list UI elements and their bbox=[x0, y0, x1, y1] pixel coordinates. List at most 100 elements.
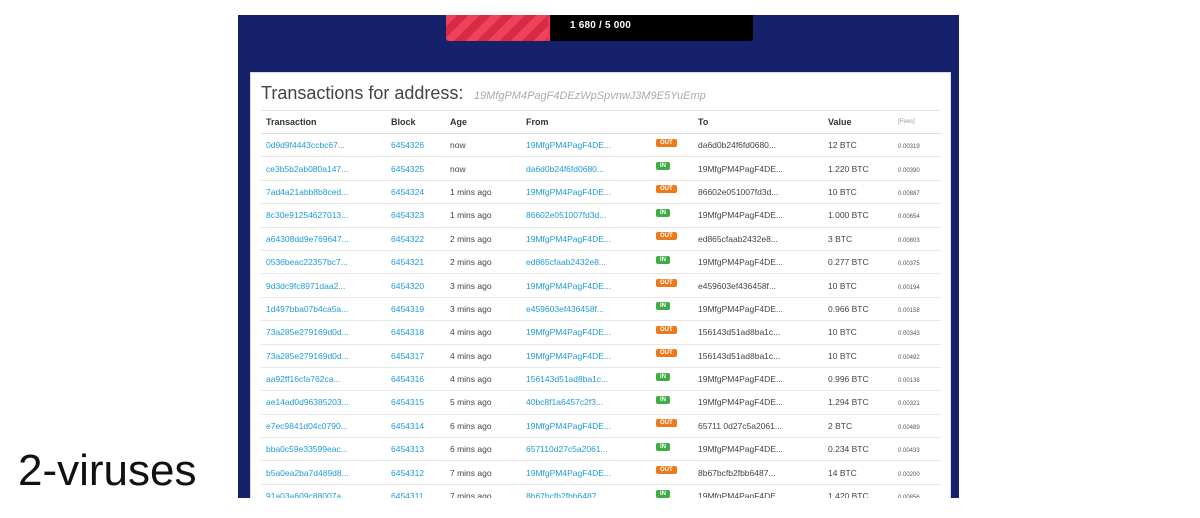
transaction-hash-td: 0d9d9f4443ccbc67... bbox=[261, 133, 386, 158]
transaction-hash-link[interactable]: 8c30e91254627013... bbox=[266, 210, 348, 220]
transaction-hash-link[interactable]: ae14ad0d96385203... bbox=[266, 397, 349, 407]
to-address-cell-td: da6d0b24f6fd0680... bbox=[693, 133, 823, 158]
transaction-hash-link[interactable]: 91a03a609c88007a... bbox=[266, 491, 348, 498]
from-address-link[interactable]: 19MfgPM4PagF4DE... bbox=[526, 468, 611, 478]
block-number-link[interactable]: 6454320 bbox=[391, 281, 424, 291]
block-number-link[interactable]: 6454318 bbox=[391, 327, 424, 337]
from-address-link[interactable]: da6d0b24f6fd0680... bbox=[526, 164, 604, 174]
block-number-td: 6454323 bbox=[386, 203, 445, 228]
from-address-link[interactable]: 40bc8f1a6457c2f3... bbox=[526, 397, 603, 407]
from-address-link[interactable]: 657110d27c5a2061... bbox=[526, 444, 608, 454]
direction-badge: OUT bbox=[656, 138, 677, 147]
transaction-hash-link[interactable]: 73a285e279169d0d... bbox=[266, 327, 349, 337]
block-number-link[interactable]: 6454316 bbox=[391, 374, 424, 384]
from-address-link[interactable]: 19MfgPM4PagF4DE... bbox=[526, 140, 611, 150]
block-number-td: 6454322 bbox=[386, 227, 445, 251]
app-window: 1 680 / 5 000 Transactions for address: … bbox=[238, 15, 959, 498]
block-number-link[interactable]: 6454312 bbox=[391, 468, 424, 478]
from-address-td: 657110d27c5a2061... bbox=[521, 437, 651, 462]
to-address-cell-td: 65711 0d27c5a2061... bbox=[693, 414, 823, 439]
from-address-link[interactable]: 19MfgPM4PagF4DE... bbox=[526, 281, 611, 291]
block-number-td: 6454315 bbox=[386, 390, 445, 415]
table-row: 7ad4a21abb8b8ced... 6454324 1 mins ago 19Mf… bbox=[261, 180, 941, 205]
from-address-link[interactable]: 86602e051007fd3d... bbox=[526, 210, 606, 220]
block-number-link[interactable]: 6454311 bbox=[391, 491, 423, 498]
from-address-link[interactable]: 8b67bcfb2fbb6487... bbox=[526, 491, 604, 498]
direction-badge: OUT bbox=[656, 349, 677, 358]
value-cell: 10 BTC bbox=[828, 280, 857, 291]
fee-cell: 0.00158 bbox=[898, 307, 920, 314]
transaction-hash-link[interactable]: e7ec9841d04c0790... bbox=[266, 421, 348, 431]
from-address-link[interactable]: 19MfgPM4PagF4DE... bbox=[526, 234, 611, 244]
direction-td: IN bbox=[651, 156, 693, 181]
block-number-link[interactable]: 6454315 bbox=[391, 397, 424, 407]
block-number-link[interactable]: 6454324 bbox=[391, 187, 424, 197]
from-address-link[interactable]: 19MfgPM4PagF4DE... bbox=[526, 351, 611, 361]
column-header-to[interactable]: To bbox=[693, 111, 823, 134]
from-address-link[interactable]: 156143d51ad8ba1c... bbox=[526, 374, 608, 384]
direction-badge: IN bbox=[656, 208, 670, 217]
to-address-cell-td: 19MfgPM4PagF4DE... bbox=[693, 203, 823, 228]
value-cell: 1.220 BTC bbox=[828, 163, 869, 174]
transaction-hash-td: b5a0ea2ba7d489d8... bbox=[261, 460, 386, 485]
transaction-hash-link[interactable]: ce3b5b2ab080a147... bbox=[266, 164, 348, 174]
fee-cell-td: 0.00138 bbox=[893, 367, 941, 392]
transaction-hash-link[interactable]: 0536beac22357bc7... bbox=[266, 257, 348, 267]
to-address-cell: 156143d51ad8ba1c... bbox=[698, 350, 781, 361]
direction-badge: IN bbox=[656, 372, 670, 381]
age-cell: 5 mins ago bbox=[450, 397, 492, 408]
column-header-from[interactable]: From bbox=[521, 111, 651, 134]
column-header-age[interactable]: Age bbox=[445, 111, 521, 134]
fee-cell-td: 0.00158 bbox=[893, 297, 941, 322]
age-cell: 7 mins ago bbox=[450, 467, 492, 478]
to-address-cell-td: 19MfgPM4PagF4DE... bbox=[693, 297, 823, 322]
block-number-link[interactable]: 6454323 bbox=[391, 210, 424, 220]
value-cell: 1.000 BTC bbox=[828, 210, 869, 221]
value-cell: 3 BTC bbox=[828, 233, 853, 244]
transaction-hash-link[interactable]: 9d3dc9fc8971daa2... bbox=[266, 281, 345, 291]
from-address-link[interactable]: e459603ef436458f... bbox=[526, 304, 604, 314]
direction-badge: OUT bbox=[656, 419, 677, 428]
block-number-link[interactable]: 6454325 bbox=[391, 164, 424, 174]
block-number-td: 6454324 bbox=[386, 180, 445, 205]
block-number-link[interactable]: 6454319 bbox=[391, 304, 424, 314]
block-number-link[interactable]: 6454322 bbox=[391, 234, 424, 244]
value-cell: 0.277 BTC bbox=[828, 257, 869, 268]
block-number-link[interactable]: 6454313 bbox=[391, 444, 424, 454]
from-address-td: 19MfgPM4PagF4DE... bbox=[521, 414, 651, 439]
transaction-hash-td: a64308dd9e769647... bbox=[261, 227, 386, 251]
from-address-td: 19MfgPM4PagF4DE... bbox=[521, 227, 651, 251]
age-cell: 4 mins ago bbox=[450, 374, 492, 385]
table-row: b5a0ea2ba7d489d8... 6454312 7 mins ago 19Mf… bbox=[261, 460, 941, 485]
transaction-hash-link[interactable]: 7ad4a21abb8b8ced... bbox=[266, 187, 348, 197]
to-address-cell: 86602e051007fd3d... bbox=[698, 186, 779, 197]
column-header-transaction[interactable]: Transaction bbox=[261, 111, 386, 134]
block-number-link[interactable]: 6454326 bbox=[391, 140, 424, 150]
block-number-link[interactable]: 6454314 bbox=[391, 421, 424, 431]
transaction-hash-link[interactable]: a64308dd9e769647... bbox=[266, 234, 349, 244]
from-address-link[interactable]: ed865cfaab2432e8... bbox=[526, 257, 606, 267]
column-header-fees[interactable]: [Fees] bbox=[893, 111, 941, 134]
transaction-hash-link[interactable]: 1d497bba07b4ca5a... bbox=[266, 304, 348, 314]
direction-td: OUT bbox=[651, 180, 693, 205]
transaction-hash-link[interactable]: b5a0ea2ba7d489d8... bbox=[266, 468, 349, 478]
column-header-direction bbox=[651, 111, 693, 134]
table-row: 91a03a609c88007a... 6454311 7 mins ago 8b67… bbox=[261, 484, 941, 498]
from-address-link[interactable]: 19MfgPM4PagF4DE... bbox=[526, 327, 611, 337]
from-address-link[interactable]: 19MfgPM4PagF4DE... bbox=[526, 187, 611, 197]
transaction-hash-link[interactable]: 0d9d9f4443ccbc67... bbox=[266, 140, 345, 150]
transaction-hash-td: 73a285e279169d0d... bbox=[261, 320, 386, 345]
fee-cell: 0.00200 bbox=[898, 471, 920, 478]
block-number-td: 6454318 bbox=[386, 320, 445, 345]
block-number-td: 6454312 bbox=[386, 460, 445, 485]
column-header-block[interactable]: Block bbox=[386, 111, 445, 134]
heading-address: 19MfgPM4PagF4DEzWpSpvnwJ3M9E5YuEmp bbox=[473, 90, 706, 102]
transaction-hash-link[interactable]: bba0c59e33599eac... bbox=[266, 444, 348, 454]
transaction-hash-link[interactable]: aa92ff16cfa762ca... bbox=[266, 374, 341, 384]
block-number-link[interactable]: 6454321 bbox=[391, 257, 424, 267]
column-header-value[interactable]: Value bbox=[823, 111, 893, 134]
from-address-link[interactable]: 19MfgPM4PagF4DE... bbox=[526, 421, 611, 431]
from-address-td: 8b67bcfb2fbb6487... bbox=[521, 484, 651, 498]
block-number-link[interactable]: 6454317 bbox=[391, 351, 424, 361]
transaction-hash-link[interactable]: 73a285e279169d0d... bbox=[266, 351, 349, 361]
